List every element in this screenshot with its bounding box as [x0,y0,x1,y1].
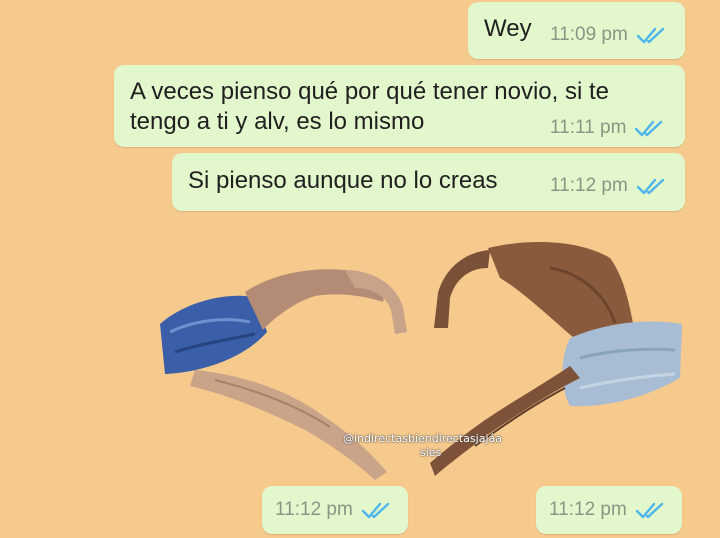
double-check-icon [636,27,665,44]
outgoing-message[interactable]: Wey 11:09 pm [468,2,685,59]
sticker-time-badge: 11:12 pm [536,486,682,534]
double-check-icon [636,178,665,195]
outgoing-message[interactable]: Si pienso aunque no lo creas 11:12 pm [172,153,685,211]
message-meta: 11:11 pm [550,117,664,139]
watermark-line-2: sies [420,446,442,459]
heart-half-left-sticker[interactable] [155,262,415,482]
message-meta: 11:12 pm [275,499,391,521]
message-time: 11:09 pm [550,24,628,45]
double-check-icon [635,120,663,137]
message-meta: 11:12 pm [550,175,666,197]
message-text: Wey [484,15,532,42]
message-text: Si pienso aunque no lo creas [188,167,498,194]
message-time: 11:12 pm [549,499,627,520]
message-time: 11:11 pm [550,117,627,138]
message-meta: 11:12 pm [549,499,665,521]
message-time: 11:12 pm [550,175,628,196]
sticker-time-badge: 11:12 pm [262,486,408,534]
chat-area: Wey 11:09 pm A veces pienso qué por qué … [0,0,720,538]
double-check-icon [635,502,664,519]
message-meta: 11:09 pm [550,24,666,46]
double-check-icon [361,502,390,519]
outgoing-message[interactable]: A veces pienso qué por qué tener novio, … [114,65,685,147]
message-time: 11:12 pm [275,499,353,520]
watermark-line-1: @indirectasbiendirectasjajáa [343,432,502,445]
